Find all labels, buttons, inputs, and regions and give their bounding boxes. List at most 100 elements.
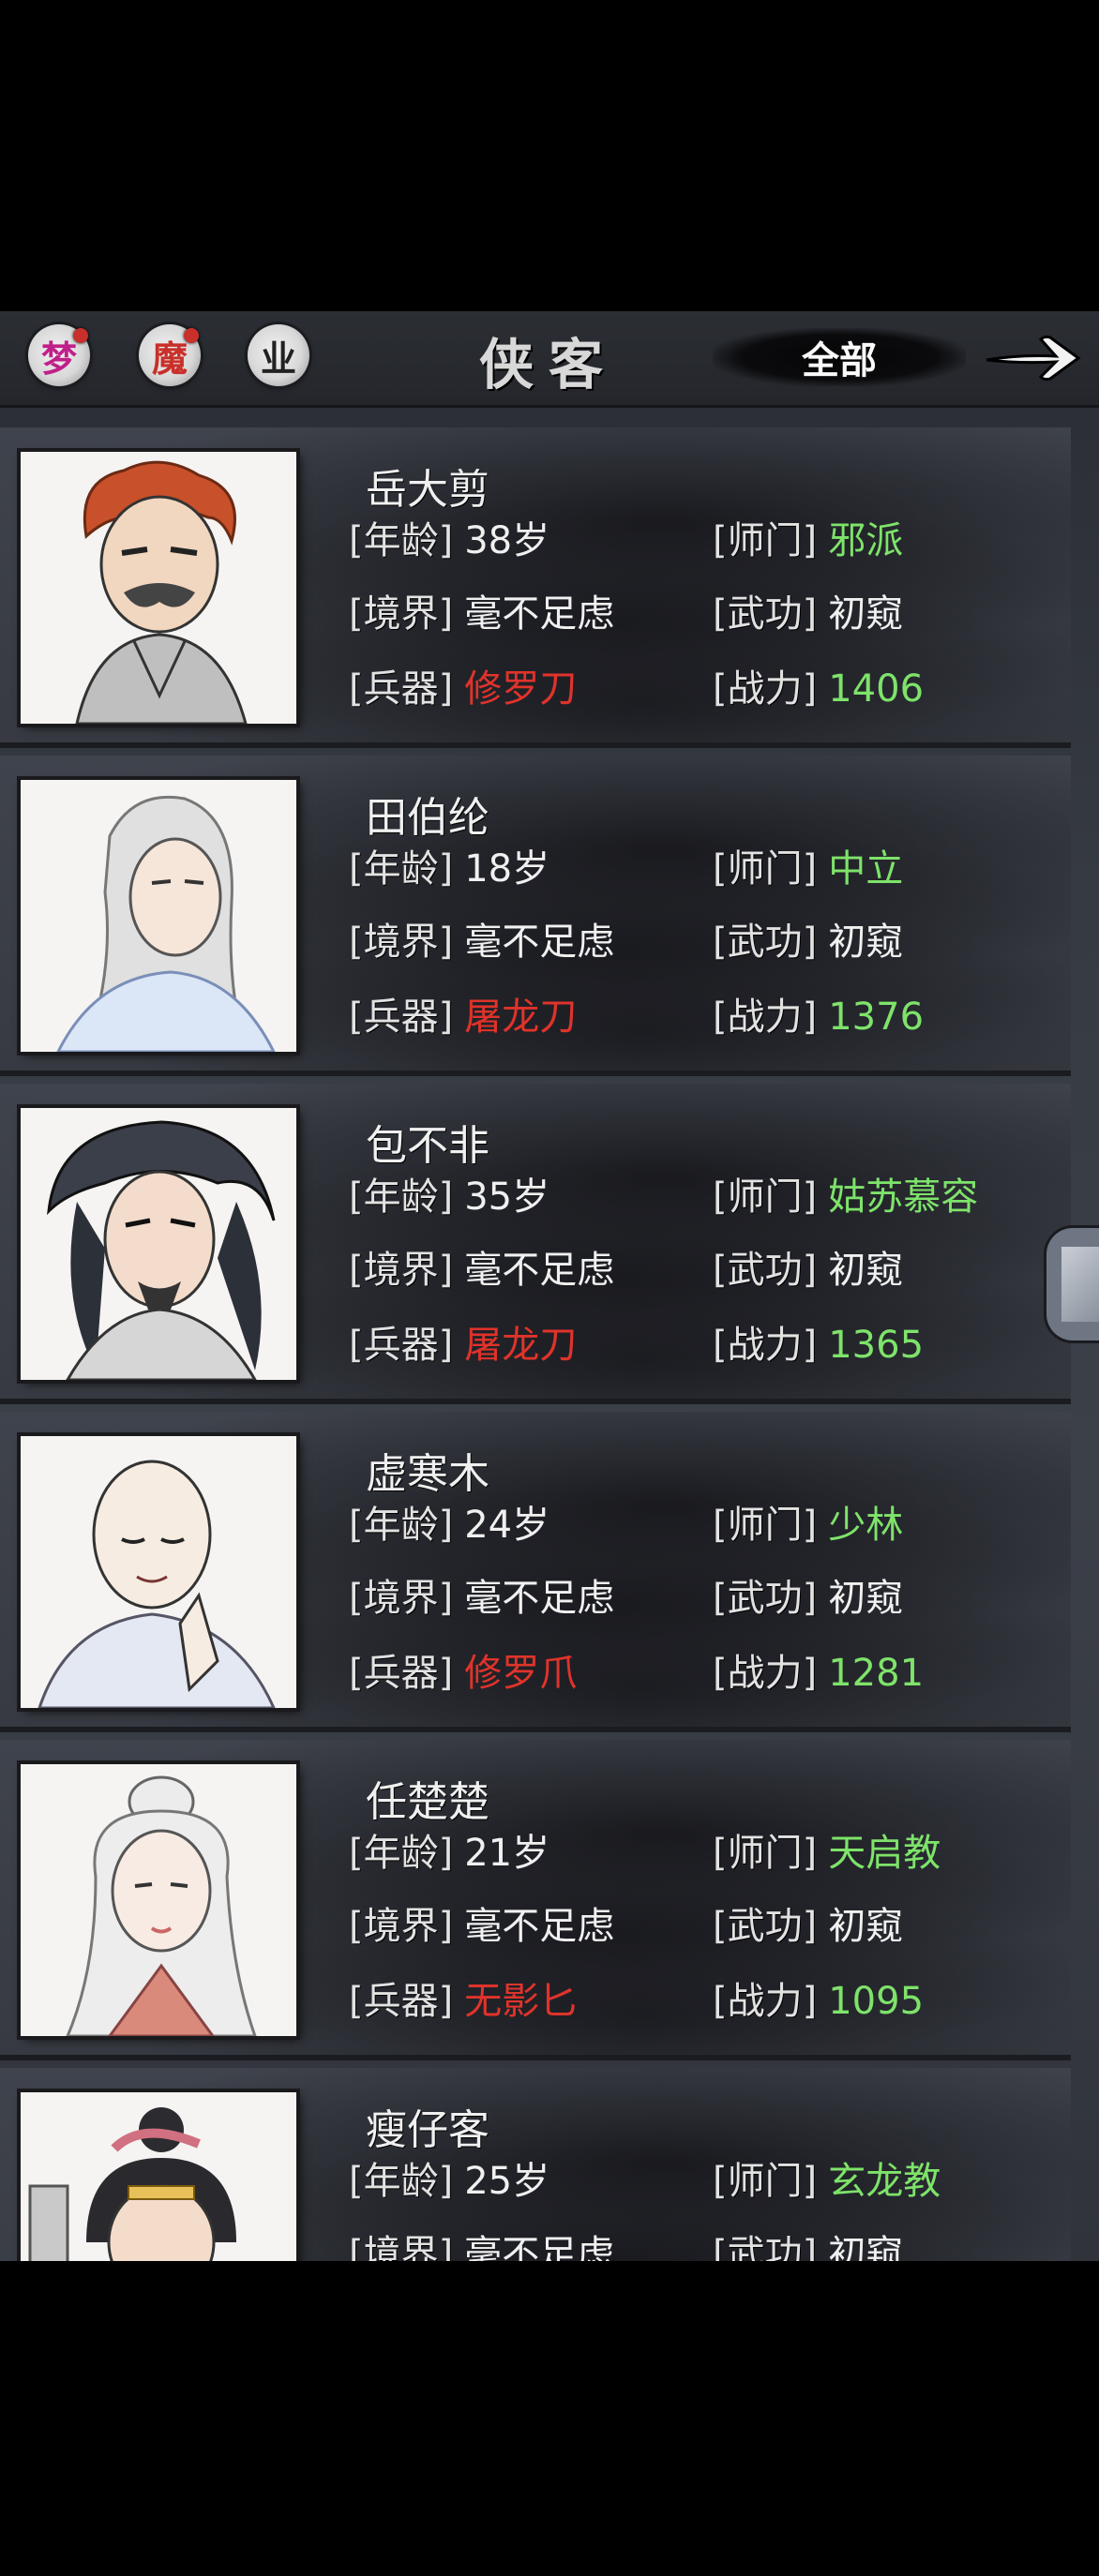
skill-label: [武功] [713,1905,818,1948]
filter-karma-label: 业 [260,337,296,380]
hero-skill-value: 初窥 [828,2233,904,2261]
hero-skill-value: 初窥 [828,921,904,964]
hero-card[interactable]: 虚寒木 [年龄] 24岁 [师门] 少林 [境界] 毫不足虑 [武功] 初窥 [兵器] 修罗爪 [战力… [0,1412,1071,1732]
hero-skill-value: 初窥 [828,1249,904,1292]
side-drawer-tab[interactable] [1046,1228,1099,1340]
hero-realm-value: 毫不足虑 [464,592,615,636]
hero-weapon-value: 无影匕 [464,1980,578,2023]
hero-sect-value: 天启教 [828,1832,941,1875]
hero-name: 任楚楚 [366,1778,489,1826]
hero-age-field: [年龄] 18岁 [349,838,550,892]
power-label: [战力] [713,996,818,1039]
hero-weapon-field: [兵器] 修罗爪 [349,1642,577,1697]
skill-label: [武功] [713,921,818,964]
category-filter-selector[interactable]: 全部 [713,328,966,386]
hero-sect-value: 邪派 [828,519,904,562]
hero-name: 包不非 [366,1122,489,1170]
hero-sect-field: [师门] 邪派 [713,510,903,564]
sect-label: [师门] [713,1176,818,1219]
category-filter-label: 全部 [802,339,877,382]
hero-power-value: 1376 [828,996,925,1039]
page-title: 侠客 [478,333,618,397]
realm-label: [境界] [349,2233,454,2261]
hero-weapon-field: [兵器] 屠龙刀 [349,986,577,1041]
hero-skill-field: [武功] 初窥 [713,911,903,966]
hero-weapon-value: 屠龙刀 [464,1324,578,1367]
hero-portrait [21,452,296,724]
hero-age-value: 24岁 [464,1504,550,1547]
power-label: [战力] [713,1652,818,1695]
hero-sect-field: [师门] 姑苏慕容 [713,1166,978,1221]
weapon-label: [兵器] [349,996,454,1039]
header-bar: 梦 魔 业 侠客 全部 [0,311,1099,408]
realm-label: [境界] [349,1905,454,1948]
hero-age-value: 18岁 [464,847,550,891]
hero-power-value: 1365 [828,1324,925,1367]
hero-name: 岳大剪 [366,466,489,514]
age-label: [年龄] [349,2160,454,2203]
hero-realm-field: [境界] 毫不足虑 [349,2224,614,2261]
skill-label: [武功] [713,592,818,636]
hero-power-field: [战力] 1365 [713,1314,924,1369]
hero-skill-value: 初窥 [828,1905,904,1948]
filter-karma-button[interactable]: 业 [248,324,309,386]
age-label: [年龄] [349,519,454,562]
realm-label: [境界] [349,1249,454,1292]
realm-label: [境界] [349,921,454,964]
hero-card[interactable]: 岳大剪 [年龄] 38岁 [师门] 邪派 [境界] 毫不足虑 [武功] 初窥 [兵器] 修罗刀 [战力… [0,427,1071,748]
hero-age-value: 38岁 [464,519,550,562]
hero-realm-field: [境界] 毫不足虑 [349,1895,614,1950]
hero-power-value: 1406 [828,667,925,711]
hero-skill-field: [武功] 初窥 [713,583,903,637]
hero-power-value: 1281 [828,1652,925,1695]
sect-label: [师门] [713,1832,818,1875]
hero-sect-field: [师门] 天启教 [713,1822,941,1877]
hero-weapon-value: 修罗爪 [464,1652,578,1695]
hero-portrait [21,2092,296,2261]
filter-demon-button[interactable]: 魔 [139,324,201,386]
filter-dream-label: 梦 [40,337,77,380]
weapon-label: [兵器] [349,667,454,711]
hero-sect-value: 中立 [828,847,904,891]
hero-age-value: 21岁 [464,1832,550,1875]
skill-label: [武功] [713,1577,818,1620]
skill-label: [武功] [713,2233,818,2261]
sect-label: [师门] [713,519,818,562]
hero-skill-field: [武功] 初窥 [713,1239,903,1294]
hero-skill-field: [武功] 初窥 [713,2224,903,2261]
arrow-right-icon[interactable] [983,328,1082,388]
hero-sect-value: 少林 [828,1504,904,1547]
hero-sect-value: 玄龙教 [828,2160,941,2203]
filter-dream-button[interactable]: 梦 [28,324,90,386]
hero-card[interactable]: 任楚楚 [年龄] 21岁 [师门] 天启教 [境界] 毫不足虑 [武功] 初窥 [兵器] 无影匕 [战… [0,1740,1071,2060]
hero-card[interactable]: 田伯纶 [年龄] 18岁 [师门] 中立 [境界] 毫不足虑 [武功] 初窥 [兵器] 屠龙刀 [战力… [0,756,1071,1076]
hero-weapon-field: [兵器] 无影匕 [349,1970,577,2025]
hero-age-field: [年龄] 24岁 [349,1494,550,1549]
hero-age-field: [年龄] 38岁 [349,510,550,564]
hero-card[interactable]: 瘦仔客[年龄]25岁[师门]玄龙教[境界]毫不足虑[武功]初窥[兵器][战力] [0,2068,1071,2261]
power-label: [战力] [713,1980,818,2023]
hero-realm-field: [境界] 毫不足虑 [349,583,614,637]
hero-sect-field: [师门] 中立 [713,838,903,892]
hero-realm-value: 毫不足虑 [464,1249,615,1292]
hero-sect-value: 姑苏慕容 [828,1176,979,1219]
hero-weapon-value: 屠龙刀 [464,996,578,1039]
age-label: [年龄] [349,1176,454,1219]
hero-name: 虚寒木 [366,1450,489,1498]
age-label: [年龄] [349,847,454,891]
weapon-label: [兵器] [349,1324,454,1367]
power-label: [战力] [713,1324,818,1367]
hero-skill-field: [武功] 初窥 [713,1895,903,1950]
realm-label: [境界] [349,1577,454,1620]
hero-power-field: [战力] 1281 [713,1642,924,1697]
hero-sect-field: [师门] 玄龙教 [713,2150,941,2205]
hero-realm-field: [境界] 毫不足虑 [349,1239,614,1294]
hero-realm-value: 毫不足虑 [464,1577,615,1620]
hero-realm-value: 毫不足虑 [464,921,615,964]
hero-weapon-value: 修罗刀 [464,667,578,711]
hero-realm-value: 毫不足虑 [464,2233,615,2261]
hero-portrait [21,1436,296,1708]
hero-card[interactable]: 包不非 [年龄] 35岁 [师门] 姑苏慕容 [境界] 毫不足虑 [武功] 初窥 [兵器] 屠龙刀[… [0,1084,1071,1404]
hero-age-field: [年龄] 35岁 [349,1166,550,1221]
hero-weapon-field: [兵器] 屠龙刀 [349,1314,577,1369]
